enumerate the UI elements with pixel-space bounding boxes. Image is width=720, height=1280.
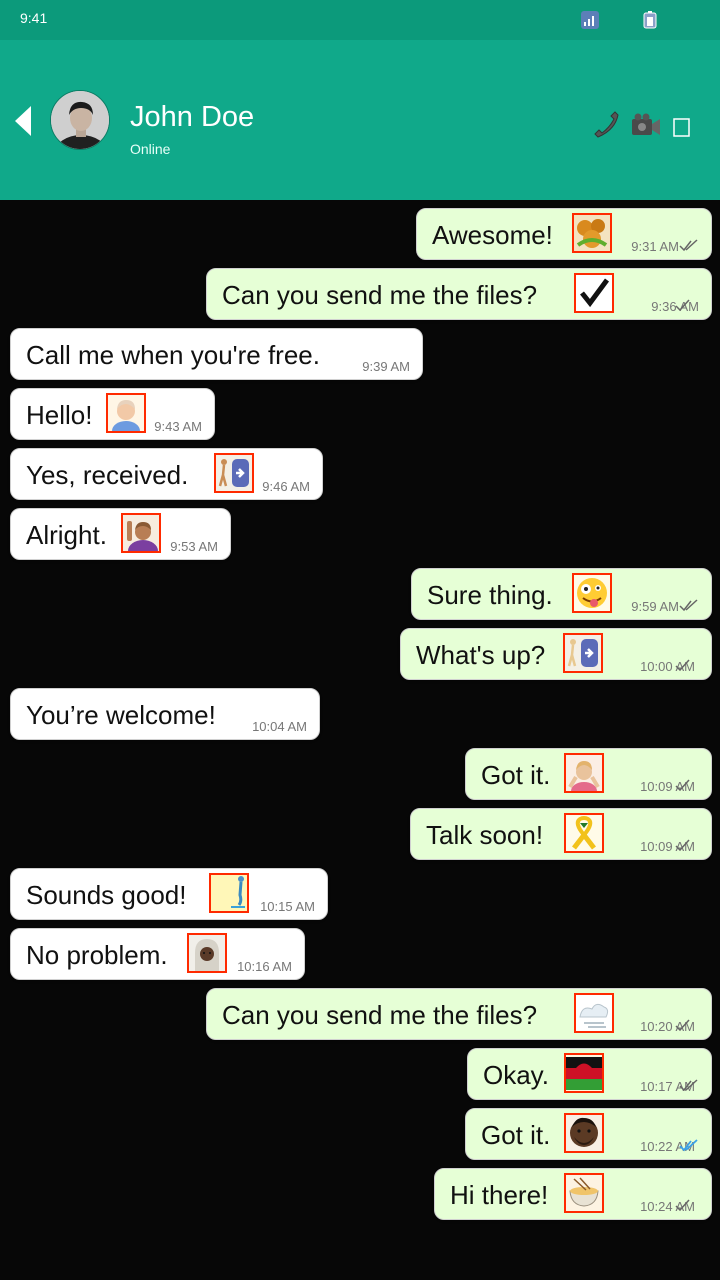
message-text: You’re welcome! — [26, 700, 216, 730]
contact-status: Online — [130, 141, 171, 157]
sent-tick-icon — [675, 299, 690, 312]
person-in-water-emoji — [209, 873, 249, 913]
message-bubble[interactable]: Okay. 10:17 AM — [467, 1048, 712, 1100]
video-call-icon[interactable] — [631, 113, 661, 139]
man-dark-skin-emoji — [564, 1113, 604, 1153]
message-text: Sounds good! — [26, 880, 187, 910]
message-bubble[interactable]: Got it. 10:09 AM — [465, 748, 712, 800]
read-ticks-icon — [679, 1139, 698, 1152]
message-bubble[interactable]: Hi there! 10:24 AM — [434, 1168, 712, 1220]
message-time: 10:15 AM — [260, 899, 315, 914]
message-text: Hello! — [26, 400, 93, 430]
no-gesture-emoji — [564, 753, 604, 793]
message-text: Okay. — [483, 1060, 549, 1090]
status-bar: 9:41 — [0, 0, 720, 40]
message-bubble[interactable]: Alright. 9:53 AM — [10, 508, 231, 560]
avatar[interactable] — [50, 90, 110, 150]
message-text: Sure thing. — [427, 580, 553, 610]
message-time: 9:39 AM — [362, 359, 410, 374]
battery-icon — [643, 11, 657, 29]
message-bubble[interactable]: No problem. 10:16 AM — [10, 928, 305, 980]
message-bubble[interactable]: Sure thing. 9:59 AM — [411, 568, 712, 620]
message-bubble[interactable]: You’re welcome! 10:04 AM — [10, 688, 320, 740]
message-text: Yes, received. — [26, 460, 189, 490]
message-time: 9:59 AM — [631, 599, 679, 614]
message-bubble[interactable]: Awesome! 9:31 AM — [416, 208, 712, 260]
delivered-ticks-icon — [679, 1079, 698, 1092]
status-bar-time: 9:41 — [20, 10, 48, 26]
message-time: 9:53 AM — [170, 539, 218, 554]
yellow-ribbon-emoji — [564, 813, 604, 853]
signal-icon — [581, 11, 599, 29]
message-time: 10:16 AM — [237, 959, 292, 974]
message-text: Got it. — [481, 1120, 551, 1150]
message-text: Talk soon! — [426, 820, 544, 850]
message-bubble[interactable]: Sounds good! 10:15 AM — [10, 868, 328, 920]
sent-tick-icon — [675, 839, 690, 852]
more-options-icon[interactable] — [673, 118, 691, 138]
malawi-flag-emoji — [564, 1053, 604, 1093]
message-text: Got it. — [481, 760, 551, 790]
zany-face-emoji — [572, 573, 612, 613]
sent-tick-icon — [675, 1019, 690, 1032]
chat-header: John Doe Online — [0, 40, 720, 200]
message-bubble[interactable]: Call me when you're free. 9:39 AM — [10, 328, 423, 380]
sent-tick-icon — [675, 779, 690, 792]
check-mark-emoji — [574, 273, 614, 313]
sent-tick-icon — [675, 659, 690, 672]
message-time: 10:04 AM — [252, 719, 307, 734]
dashing-away-emoji — [574, 993, 614, 1033]
phone-icon[interactable] — [591, 110, 619, 138]
message-bubble[interactable]: Got it. 10:22 AM — [465, 1108, 712, 1160]
message-text: What's up? — [416, 640, 546, 670]
message-time: 9:31 AM — [631, 239, 679, 254]
message-bubble[interactable]: Can you send me the files? 10:20 AM — [206, 988, 712, 1040]
message-text: Can you send me the files? — [222, 1000, 538, 1030]
message-text: Alright. — [26, 520, 107, 550]
message-list[interactable]: Awesome! 9:31 AM Can you send me the fil… — [0, 200, 720, 1280]
message-time: 9:43 AM — [154, 419, 202, 434]
message-bubble[interactable]: Hello! 9:43 AM — [10, 388, 215, 440]
ramen-bowl-emoji — [564, 1173, 604, 1213]
contact-name: John Doe — [130, 101, 255, 133]
message-bubble[interactable]: What's up? 10:00 AM — [400, 628, 712, 680]
message-text: No problem. — [26, 940, 168, 970]
message-bubble[interactable]: Talk soon! 10:09 AM — [410, 808, 712, 860]
message-time: 9:46 AM — [262, 479, 310, 494]
raising-hand-emoji — [121, 513, 161, 553]
walking-right-emoji — [563, 633, 603, 673]
woman-with-headscarf-emoji — [187, 933, 227, 973]
message-bubble[interactable]: Can you send me the files? 9:36 AM — [206, 268, 712, 320]
message-text: Can you send me the files? — [222, 280, 538, 310]
back-arrow-icon[interactable] — [14, 105, 34, 137]
delivered-ticks-icon — [679, 239, 698, 252]
message-text: Call me when you're free. — [26, 340, 320, 370]
message-text: Hi there! — [450, 1180, 549, 1210]
message-text: Awesome! — [432, 220, 553, 250]
sent-tick-icon — [675, 1199, 690, 1212]
man-emoji — [106, 393, 146, 433]
delivered-ticks-icon — [679, 599, 698, 612]
walking-right-emoji — [214, 453, 254, 493]
message-bubble[interactable]: Yes, received. 9:46 AM — [10, 448, 323, 500]
avocado-food-emoji — [572, 213, 612, 253]
